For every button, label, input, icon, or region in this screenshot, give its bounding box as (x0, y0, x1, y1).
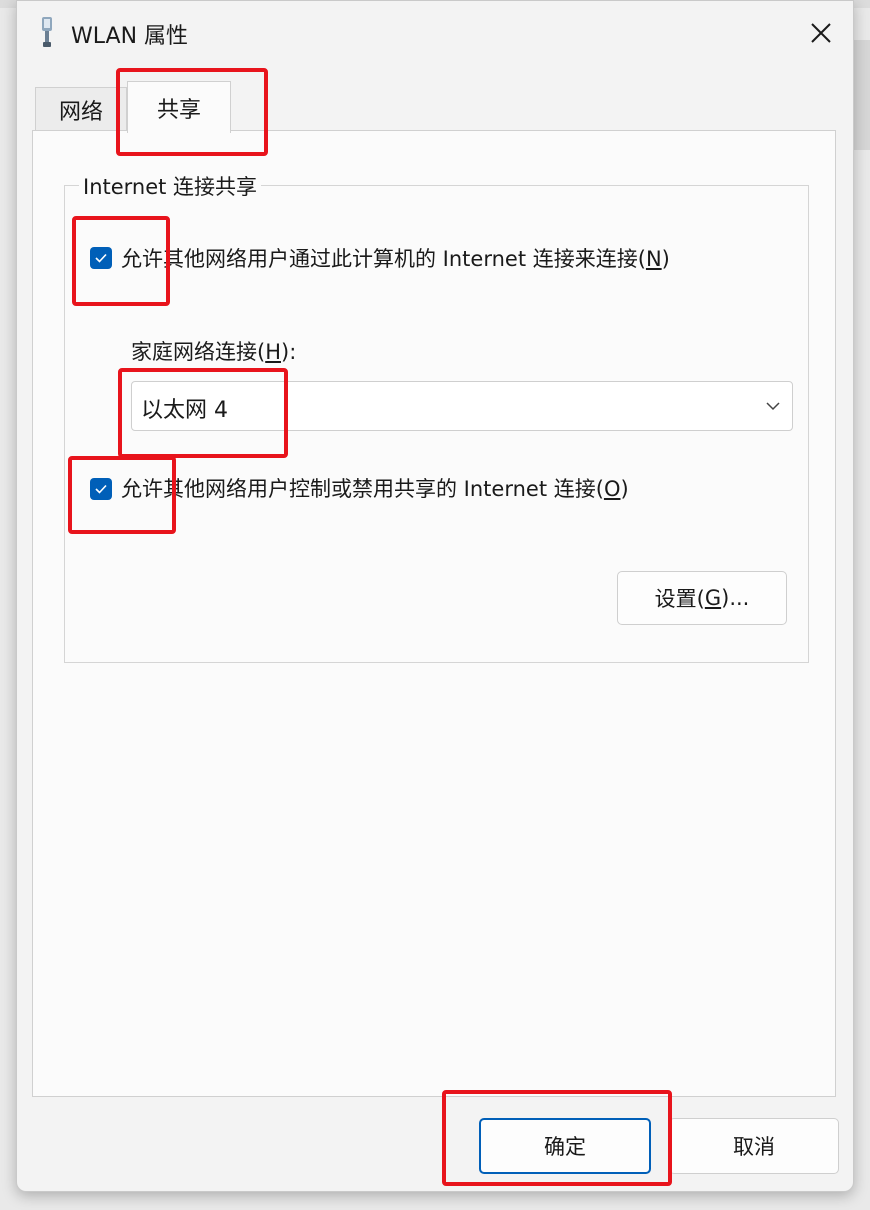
settings-button[interactable]: 设置(G)... (617, 571, 787, 625)
cancel-button[interactable]: 取消 (669, 1118, 839, 1174)
chevron-down-icon (766, 402, 780, 411)
checkmark-icon (95, 484, 107, 494)
allow-connect-checkbox[interactable] (90, 247, 112, 269)
close-button[interactable] (797, 13, 845, 53)
background-window-edge (852, 40, 870, 150)
home-network-label: 家庭网络连接(H): (131, 340, 297, 364)
internet-sharing-group: Internet 连接共享 允许其他网络用户通过此计算机的 Internet 连… (64, 171, 809, 663)
title-bar[interactable]: WLAN 属性 (17, 1, 853, 63)
window-title: WLAN 属性 (71, 24, 189, 49)
tab-network[interactable]: 网络 (35, 87, 127, 131)
allow-control-label[interactable]: 允许其他网络用户控制或禁用共享的 Internet 连接(O) (121, 473, 629, 503)
home-network-select[interactable]: 以太网 4 (131, 381, 793, 431)
tab-network-label: 网络 (58, 99, 103, 125)
network-adapter-icon (42, 17, 52, 47)
group-title: Internet 连接共享 (79, 171, 262, 201)
checkmark-icon (95, 253, 107, 263)
tab-sharing-label: 共享 (156, 97, 201, 123)
ok-button[interactable]: 确定 (479, 1118, 651, 1174)
allow-control-checkbox[interactable] (90, 478, 112, 500)
wlan-properties-dialog: WLAN 属性 网络 共享 Internet 连接共享 允许其他网络用户通过此计… (16, 0, 854, 1192)
home-network-selected-value: 以太网 4 (141, 398, 228, 423)
sharing-tab-panel: Internet 连接共享 允许其他网络用户通过此计算机的 Internet 连… (32, 130, 836, 1097)
allow-connect-label[interactable]: 允许其他网络用户通过此计算机的 Internet 连接来连接(N) (121, 243, 670, 273)
tab-sharing[interactable]: 共享 (127, 81, 231, 133)
close-icon (811, 23, 831, 43)
